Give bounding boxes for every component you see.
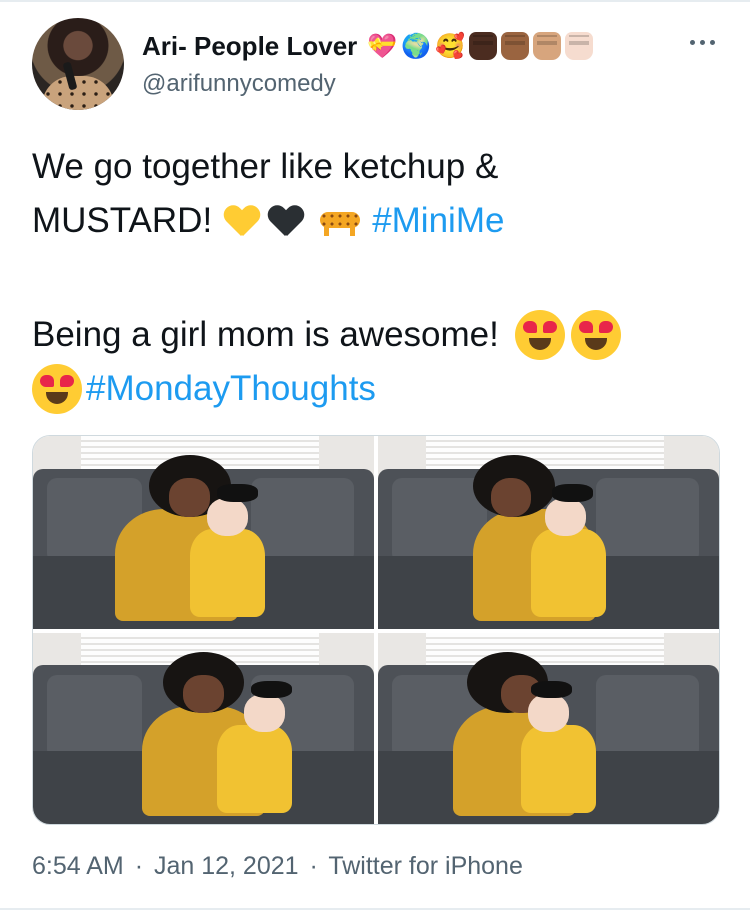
text-line-2-content: MUSTARD! xyxy=(32,201,213,240)
tweet-photo[interactable] xyxy=(33,436,374,629)
more-options-icon[interactable] xyxy=(690,32,720,52)
smiling-face-hearts-icon: 🥰 xyxy=(435,32,465,60)
author-name-row[interactable]: Ari- People Lover 💝 🌍 🥰 xyxy=(142,28,593,64)
tweet-photo[interactable] xyxy=(378,436,719,629)
meta-separator: · xyxy=(309,852,318,880)
tweet-meta: 6:54 AM · Jan 12, 2021 · Twitter for iPh… xyxy=(32,852,527,881)
text-line-2: MUSTARD! #MiniMe xyxy=(32,194,722,248)
tweet-source[interactable]: Twitter for iPhone xyxy=(328,852,523,880)
tweet-time[interactable]: 6:54 AM xyxy=(32,852,124,880)
tweet-text: We go together like ketchup & MUSTARD! #… xyxy=(32,140,722,416)
text-line-1: We go together like ketchup & xyxy=(32,140,722,194)
heart-eyes-icon xyxy=(32,364,82,414)
hashtag-minime[interactable]: #MiniMe xyxy=(372,194,504,248)
text-blank-line xyxy=(32,248,722,302)
avatar[interactable] xyxy=(32,18,124,110)
heart-ribbon-icon: 💝 xyxy=(367,32,398,60)
top-divider xyxy=(0,0,750,2)
hashtag-mondaythoughts[interactable]: #MondayThoughts xyxy=(86,362,376,416)
raised-fist-medium-light-icon xyxy=(532,32,561,60)
text-line-4: #MondayThoughts xyxy=(32,362,722,416)
yellow-heart-icon xyxy=(224,204,260,238)
text-line-1-content: We go together like ketchup & xyxy=(32,147,499,186)
tweet-photo[interactable] xyxy=(33,633,374,824)
tweet-card[interactable]: Ari- People Lover 💝 🌍 🥰 @arifunnycomedy … xyxy=(0,0,750,917)
raised-fist-dark-icon xyxy=(468,32,497,60)
avatar-leopard-top xyxy=(42,76,114,110)
raised-fist-medium-dark-icon xyxy=(500,32,529,60)
author-handle[interactable]: @arifunnycomedy xyxy=(142,70,336,98)
text-line-3-content: Being a girl mom is awesome! xyxy=(32,315,499,354)
heart-eyes-icon xyxy=(570,310,621,360)
bottom-divider xyxy=(0,908,750,910)
black-heart-icon xyxy=(268,204,304,238)
heart-eyes-icon xyxy=(514,310,565,360)
text-line-3: Being a girl mom is awesome! xyxy=(32,308,722,362)
leopard-icon xyxy=(316,206,364,236)
photo-grid xyxy=(32,435,720,825)
raised-fist-light-icon xyxy=(564,32,593,60)
globe-icon: 🌍 xyxy=(401,32,432,60)
display-name[interactable]: Ari- People Lover xyxy=(142,31,357,62)
meta-separator: · xyxy=(134,852,144,880)
tweet-photo[interactable] xyxy=(378,633,719,824)
tweet-date[interactable]: Jan 12, 2021 xyxy=(154,852,299,880)
